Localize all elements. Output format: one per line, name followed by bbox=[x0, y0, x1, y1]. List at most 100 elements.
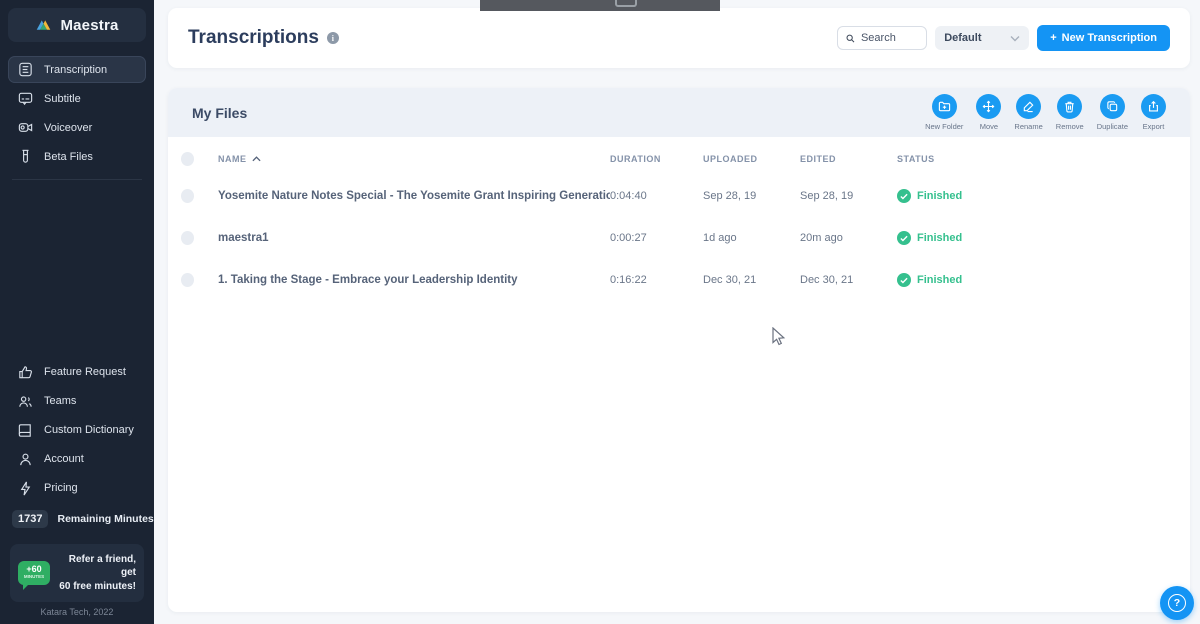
sidebar-item-teams[interactable]: Teams bbox=[8, 388, 146, 415]
browser-fullscreen-toast bbox=[480, 0, 720, 11]
app-logo[interactable]: Maestra bbox=[8, 8, 146, 42]
sidebar-item-beta-files[interactable]: Beta Files bbox=[8, 143, 146, 170]
trash-icon bbox=[1063, 100, 1076, 113]
file-edited: Dec 30, 21 bbox=[800, 274, 897, 286]
sidebar-item-label: Transcription bbox=[44, 64, 107, 76]
table-row[interactable]: 1. Taking the Stage - Embrace your Leade… bbox=[168, 259, 1190, 301]
files-panel: My Files New Folder Move bbox=[168, 88, 1190, 612]
info-icon[interactable]: i bbox=[327, 32, 339, 44]
remaining-minutes: 1737 Remaining Minutes bbox=[0, 504, 154, 534]
move-button[interactable]: Move bbox=[976, 94, 1001, 131]
page-header: Transcriptions i Default + New Transcrip… bbox=[168, 8, 1190, 68]
table-row[interactable]: Yosemite Nature Notes Special - The Yose… bbox=[168, 175, 1190, 217]
column-header-edited[interactable]: EDITED bbox=[800, 154, 897, 164]
referral-line2: 60 free minutes! bbox=[58, 580, 136, 594]
sidebar-item-label: Pricing bbox=[44, 482, 78, 494]
status-badge: Finished bbox=[897, 273, 1190, 287]
column-header-duration[interactable]: DURATION bbox=[610, 154, 703, 164]
thumbs-up-icon bbox=[17, 364, 34, 381]
column-header-uploaded[interactable]: UPLOADED bbox=[703, 154, 800, 164]
sidebar-item-feature-request[interactable]: Feature Request bbox=[8, 359, 146, 386]
status-text: Finished bbox=[917, 190, 962, 202]
copy-icon bbox=[1106, 100, 1119, 113]
status-badge: Finished bbox=[897, 231, 1190, 245]
table-row[interactable]: maestra1 0:00:27 1d ago 20m ago Finished bbox=[168, 217, 1190, 259]
sidebar-nav: Transcription Subtitle Voiceover bbox=[0, 54, 154, 172]
sidebar-item-label: Subtitle bbox=[44, 93, 81, 105]
file-name[interactable]: Yosemite Nature Notes Special - The Yose… bbox=[218, 190, 610, 202]
referral-text: Refer a friend, get 60 free minutes! bbox=[58, 553, 136, 594]
duplicate-button[interactable]: Duplicate bbox=[1097, 94, 1128, 131]
row-checkbox[interactable] bbox=[181, 231, 194, 245]
remaining-minutes-count: 1737 bbox=[12, 510, 48, 528]
sidebar-item-label: Beta Files bbox=[44, 151, 93, 163]
question-mark-icon: ? bbox=[1168, 594, 1186, 612]
new-folder-label: New Folder bbox=[925, 122, 963, 131]
rename-button[interactable]: Rename bbox=[1014, 94, 1042, 131]
voiceover-icon bbox=[17, 119, 34, 136]
status-badge: Finished bbox=[897, 189, 1190, 203]
sidebar-item-pricing[interactable]: Pricing bbox=[8, 475, 146, 502]
subtitle-icon bbox=[17, 90, 34, 107]
test-tube-icon bbox=[17, 148, 34, 165]
bonus-minutes-unit: MINUTES bbox=[24, 574, 44, 580]
sidebar-item-voiceover[interactable]: Voiceover bbox=[8, 114, 146, 141]
sidebar-item-label: Feature Request bbox=[44, 366, 126, 378]
maestra-logo-icon bbox=[35, 17, 52, 34]
upload-icon bbox=[1147, 100, 1160, 113]
files-header: My Files New Folder Move bbox=[168, 88, 1190, 137]
folder-filter-dropdown[interactable]: Default bbox=[935, 26, 1029, 50]
pencil-icon bbox=[1022, 100, 1035, 113]
file-uploaded: 1d ago bbox=[703, 232, 800, 244]
export-label: Export bbox=[1143, 122, 1165, 131]
fullscreen-rect-icon bbox=[615, 0, 637, 7]
files-toolbar: New Folder Move Rename bbox=[925, 94, 1166, 131]
sidebar-item-custom-dictionary[interactable]: Custom Dictionary bbox=[8, 417, 146, 444]
status-text: Finished bbox=[917, 232, 962, 244]
sidebar-item-subtitle[interactable]: Subtitle bbox=[8, 85, 146, 112]
plus-icon: + bbox=[1050, 32, 1056, 44]
file-edited: Sep 28, 19 bbox=[800, 190, 897, 202]
sidebar-item-account[interactable]: Account bbox=[8, 446, 146, 473]
sidebar-item-transcription[interactable]: Transcription bbox=[8, 56, 146, 83]
chevron-down-icon bbox=[1010, 35, 1020, 42]
sidebar-item-label: Voiceover bbox=[44, 122, 92, 134]
check-circle-icon bbox=[897, 231, 911, 245]
remove-button[interactable]: Remove bbox=[1056, 94, 1084, 131]
new-transcription-label: New Transcription bbox=[1062, 32, 1157, 44]
file-uploaded: Sep 28, 19 bbox=[703, 190, 800, 202]
folder-plus-icon bbox=[938, 100, 951, 113]
referral-card[interactable]: +60 MINUTES Refer a friend, get 60 free … bbox=[10, 544, 144, 603]
book-icon bbox=[17, 422, 34, 439]
file-edited: 20m ago bbox=[800, 232, 897, 244]
search-icon bbox=[846, 33, 855, 44]
export-button[interactable]: Export bbox=[1141, 94, 1166, 131]
copyright-footer: Katara Tech, 2022 bbox=[0, 607, 154, 617]
search-box[interactable] bbox=[837, 26, 927, 50]
search-input[interactable] bbox=[861, 32, 918, 44]
file-duration: 0:04:40 bbox=[610, 190, 703, 202]
column-header-name[interactable]: NAME bbox=[218, 154, 610, 164]
new-folder-button[interactable]: New Folder bbox=[925, 94, 963, 131]
move-icon bbox=[982, 100, 995, 113]
bonus-minutes-badge: +60 MINUTES bbox=[18, 561, 50, 585]
sidebar-bottom-nav: Feature Request Teams Custom Dictionary bbox=[0, 357, 154, 624]
row-checkbox[interactable] bbox=[181, 273, 194, 287]
duplicate-label: Duplicate bbox=[1097, 122, 1128, 131]
help-button[interactable]: ? bbox=[1160, 586, 1194, 620]
column-header-status[interactable]: STATUS bbox=[897, 154, 1190, 164]
transcription-icon bbox=[17, 61, 34, 78]
file-name[interactable]: 1. Taking the Stage - Embrace your Leade… bbox=[218, 274, 610, 286]
file-duration: 0:16:22 bbox=[610, 274, 703, 286]
file-name[interactable]: maestra1 bbox=[218, 232, 610, 244]
check-circle-icon bbox=[897, 273, 911, 287]
sidebar-item-label: Custom Dictionary bbox=[44, 424, 134, 436]
sidebar: Maestra Transcription Subtitle Voice bbox=[0, 0, 154, 624]
row-checkbox[interactable] bbox=[181, 189, 194, 203]
bonus-minutes-value: +60 bbox=[26, 565, 41, 574]
table-header-row: NAME DURATION UPLOADED EDITED STATUS bbox=[168, 143, 1190, 175]
select-all-checkbox[interactable] bbox=[181, 152, 194, 166]
new-transcription-button[interactable]: + New Transcription bbox=[1037, 25, 1170, 51]
teams-icon bbox=[17, 393, 34, 410]
file-uploaded: Dec 30, 21 bbox=[703, 274, 800, 286]
